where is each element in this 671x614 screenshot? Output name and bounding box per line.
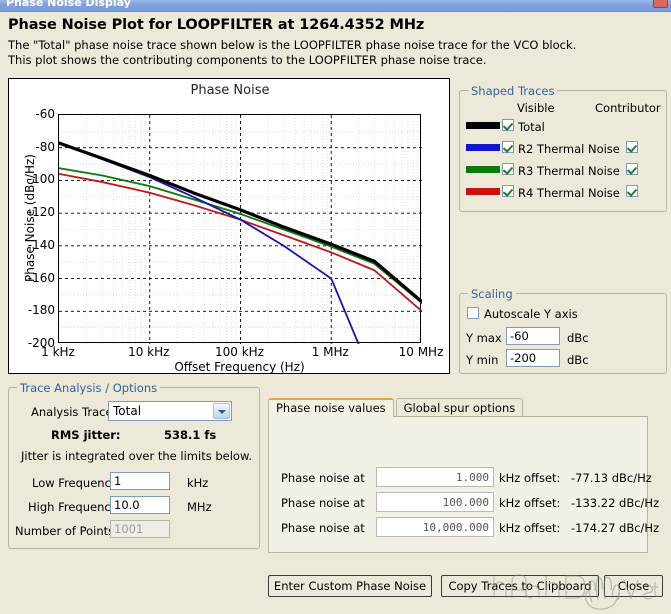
y-min-unit: dBc [567, 353, 589, 367]
tab-body-phase-noise-values: Phase noise at1.000kHz offset:-77.13 dBc… [268, 416, 648, 553]
scaling-group: Scaling Autoscale Y axis Y max -60 dBc Y… [459, 293, 667, 374]
x-tick-label: 100 kHz [215, 345, 264, 359]
trace-visible-checkbox[interactable] [502, 141, 514, 153]
window-title: Phase Noise Display [6, 0, 131, 9]
trace-analysis-group: Trace Analysis / Options Analysis Trace:… [8, 387, 260, 549]
low-frequency-label: Low Frequency: [32, 476, 121, 490]
y-tick-label: -160 [11, 271, 55, 285]
high-frequency-label: High Frequency: [28, 500, 121, 514]
trace-visible-checkbox[interactable] [502, 163, 514, 175]
analysis-trace-label: Analysis Trace: [31, 405, 116, 419]
shaped-traces-group: Shaped Traces Visible Contributor TotalR… [459, 90, 667, 212]
chart-series-1 [59, 143, 359, 344]
tab-phase-noise-values[interactable]: Phase noise values [268, 398, 394, 417]
phase-noise-value-row: Phase noise at10,000.000kHz offset:-174.… [281, 517, 637, 539]
chart-traces [59, 115, 422, 344]
x-tick-label: 1 kHz [41, 345, 75, 359]
y-max-label: Y max [466, 331, 502, 345]
phase-noise-offset-unit: kHz offset: [499, 471, 560, 485]
dialog-client-area: Phase Noise Plot for LOOPFILTER at 1264.… [0, 12, 671, 602]
copy-traces-to-clipboard-button[interactable]: Copy Traces to Clipboard [441, 575, 599, 597]
chart-x-axis-ticks: 1 kHz10 kHz100 kHz1 MHz10 MHz [58, 345, 421, 361]
chart-series-0 [59, 143, 422, 302]
phase-noise-value-row: Phase noise at1.000kHz offset:-77.13 dBc… [281, 467, 637, 489]
phase-noise-offset-unit: kHz offset: [499, 496, 560, 510]
chart-x-axis-label: Offset Frequency (Hz) [58, 360, 421, 374]
chevron-down-icon[interactable] [213, 403, 230, 419]
trace-color-swatch [466, 122, 500, 129]
page-title: Phase Noise Plot for LOOPFILTER at 1264.… [8, 17, 424, 33]
trace-contributor-checkbox[interactable] [626, 185, 638, 197]
y-max-unit: dBc [567, 331, 589, 345]
chart-y-axis-ticks: -60-80-100-120-140-160-180-200 [9, 114, 55, 343]
column-header-contributor: Contributor [595, 101, 661, 115]
description-line-2: This plot shows the contributing compone… [8, 53, 487, 67]
tab-global-spur-options[interactable]: Global spur options [396, 398, 524, 417]
phase-noise-row-label: Phase noise at [281, 471, 365, 485]
high-frequency-input[interactable]: 10.0 [110, 496, 170, 514]
trace-analysis-legend-title: Trace Analysis / Options [17, 381, 160, 395]
y-min-label: Y min [466, 353, 498, 367]
rms-jitter-value: 538.1 fs [164, 428, 216, 442]
phase-noise-offset-input[interactable]: 100.000 [376, 492, 494, 512]
trace-color-swatch [466, 188, 500, 195]
phase-noise-result-value: -133.22 dBc/Hz [571, 496, 659, 510]
chart-plot-area [58, 114, 421, 343]
trace-color-swatch [466, 166, 500, 173]
trace-color-swatch [466, 144, 500, 151]
chart-title: Phase Noise [9, 83, 451, 98]
analysis-trace-select[interactable]: Total [108, 401, 232, 421]
phase-noise-chart[interactable]: Phase Noise Phase Noise (dBc/Hz) -60-80-… [8, 78, 450, 374]
phase-noise-value-row: Phase noise at100.000kHz offset:-133.22 … [281, 492, 637, 514]
enter-custom-phase-noise-button[interactable]: Enter Custom Phase Noise [268, 575, 432, 597]
low-frequency-unit: kHz [187, 476, 208, 490]
phase-noise-offset-input[interactable]: 1.000 [376, 467, 494, 487]
x-tick-label: 1 MHz [312, 345, 349, 359]
description-line-1: The "Total" phase noise trace shown belo… [8, 38, 576, 52]
trace-contributor-checkbox[interactable] [626, 141, 638, 153]
high-frequency-unit: MHz [187, 500, 212, 514]
y-tick-label: -180 [11, 303, 55, 317]
phase-noise-offset-input[interactable]: 10,000.000 [376, 517, 494, 537]
scaling-legend-title: Scaling [468, 287, 516, 301]
trace-label: Total [518, 120, 545, 134]
y-tick-label: -60 [11, 107, 55, 121]
phase-noise-row-label: Phase noise at [281, 521, 365, 535]
results-tab-panel: Phase noise valuesGlobal spur options Ph… [268, 398, 648, 553]
shaped-traces-legend-title: Shaped Traces [468, 84, 557, 98]
trace-label: R4 Thermal Noise [518, 186, 620, 200]
y-tick-label: -100 [11, 172, 55, 186]
number-of-points-input: 1001 [110, 520, 170, 538]
chart-series-3 [59, 174, 422, 311]
jitter-note: Jitter is integrated over the limits bel… [21, 449, 252, 463]
y-max-input[interactable]: -60 [506, 327, 560, 345]
y-tick-label: -120 [11, 205, 55, 219]
analysis-trace-value: Total [113, 404, 141, 418]
phase-noise-row-label: Phase noise at [281, 496, 365, 510]
low-frequency-input[interactable]: 1 [110, 472, 170, 490]
trace-visible-checkbox[interactable] [502, 185, 514, 197]
y-tick-label: -140 [11, 238, 55, 252]
y-tick-label: -80 [11, 140, 55, 154]
close-button[interactable]: Close [604, 575, 663, 597]
autoscale-y-axis-checkbox[interactable] [467, 307, 479, 319]
number-of-points-label: Number of Points: [15, 524, 118, 538]
phase-noise-result-value: -174.27 dBc/Hz [571, 521, 659, 535]
y-min-input[interactable]: -200 [506, 349, 560, 367]
trace-visible-checkbox[interactable] [502, 119, 514, 131]
rms-jitter-label: RMS jitter: [51, 428, 121, 442]
trace-contributor-checkbox[interactable] [626, 163, 638, 175]
trace-label: R3 Thermal Noise [518, 164, 620, 178]
trace-label: R2 Thermal Noise [518, 142, 620, 156]
chart-series-2 [59, 168, 422, 303]
phase-noise-offset-unit: kHz offset: [499, 521, 560, 535]
autoscale-y-axis-label: Autoscale Y axis [484, 307, 578, 321]
x-tick-label: 10 MHz [399, 345, 444, 359]
window-close-button[interactable] [653, 0, 668, 8]
x-tick-label: 10 kHz [128, 345, 169, 359]
window-titlebar[interactable]: Phase Noise Display [0, 0, 671, 12]
column-header-visible: Visible [517, 101, 555, 115]
phase-noise-result-value: -77.13 dBc/Hz [571, 471, 652, 485]
